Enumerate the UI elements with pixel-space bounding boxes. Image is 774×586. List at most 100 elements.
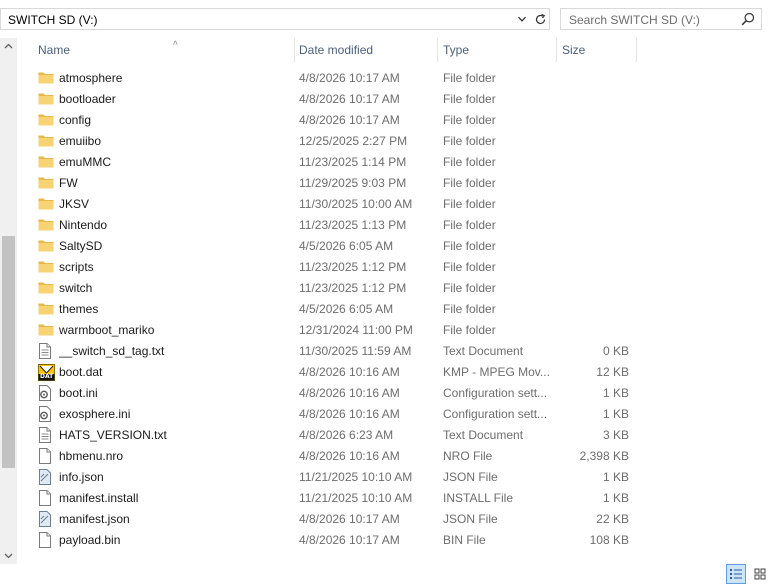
file-type: File folder	[443, 176, 496, 190]
file-name: switch	[59, 281, 93, 295]
file-row[interactable]: emuiibo 12/25/2025 2:27 PM File folder	[17, 131, 774, 152]
details-view-icon[interactable]	[726, 564, 746, 584]
file-row[interactable]: bootloader 4/8/2026 10:17 AM File folder	[17, 89, 774, 110]
dat-icon-label: DAT	[40, 373, 54, 380]
file-date-modified: 11/23/2025 1:13 PM	[299, 218, 407, 232]
folder-icon	[38, 91, 54, 108]
file-name: boot.ini	[59, 386, 98, 400]
file-row[interactable]: themes 4/5/2026 6:05 AM File folder	[17, 299, 774, 320]
file-date-modified: 11/23/2025 1:12 PM	[299, 260, 407, 274]
vertical-scrollbar[interactable]	[0, 38, 17, 564]
file-type: Configuration sett...	[443, 386, 548, 400]
address-bar[interactable]: SWITCH SD (V:)	[0, 8, 550, 30]
file-row[interactable]: payload.bin 4/8/2026 10:17 AM BIN File 108 …	[17, 530, 774, 551]
file-type: File folder	[443, 239, 496, 253]
file-icon	[38, 490, 54, 507]
file-date-modified: 4/8/2026 10:17 AM	[299, 533, 400, 547]
file-name: payload.bin	[59, 533, 121, 547]
file-date-modified: 4/8/2026 10:16 AM	[299, 365, 400, 379]
file-row[interactable]: DAT boot.dat 4/8/2026 10:16 AM KMP - MPEG M…	[17, 362, 774, 383]
file-name: exosphere.ini	[59, 407, 131, 421]
file-row[interactable]: emuMMC 11/23/2025 1:14 PM File folder	[17, 152, 774, 173]
file-date-modified: 11/21/2025 10:10 AM	[299, 470, 413, 484]
file-name: emuMMC	[59, 155, 112, 169]
file-icon	[38, 532, 54, 549]
file-row[interactable]: config 4/8/2026 10:17 AM File folder	[17, 110, 774, 131]
file-date-modified: 4/5/2026 6:05 AM	[299, 302, 394, 316]
text-file-icon	[38, 343, 54, 360]
kmp-media-icon: DAT	[38, 364, 55, 381]
file-type: Configuration sett...	[443, 407, 548, 421]
file-type: File folder	[443, 281, 496, 295]
file-date-modified: 4/8/2026 10:17 AM	[299, 71, 400, 85]
column-divider[interactable]	[636, 38, 637, 62]
file-row[interactable]: hbmenu.nro 4/8/2026 10:16 AM NRO File 2,398…	[17, 446, 774, 467]
file-size: 22 KB	[596, 512, 629, 526]
file-row[interactable]: HATS_VERSION.txt 4/8/2026 6:23 AM Text Doc…	[17, 425, 774, 446]
file-date-modified: 4/8/2026 10:17 AM	[299, 113, 400, 127]
folder-icon	[38, 175, 54, 192]
sort-ascending-icon: ^	[173, 40, 178, 51]
column-header-name[interactable]: Name ^	[33, 38, 295, 62]
folder-icon	[38, 154, 54, 171]
file-name: boot.dat	[59, 365, 103, 379]
file-date-modified: 4/8/2026 10:17 AM	[299, 92, 400, 106]
file-type: File folder	[443, 218, 496, 232]
scroll-up-icon[interactable]	[0, 38, 17, 55]
file-type: File folder	[443, 134, 496, 148]
file-date-modified: 12/31/2024 11:00 PM	[299, 323, 413, 337]
file-date-modified: 4/5/2026 6:05 AM	[299, 239, 394, 253]
json-file-icon	[38, 469, 54, 486]
file-row[interactable]: atmosphere 4/8/2026 10:17 AM File folder	[17, 68, 774, 89]
folder-icon	[38, 280, 54, 297]
file-row[interactable]: exosphere.ini 4/8/2026 10:16 AM Configurat…	[17, 404, 774, 425]
file-name: bootloader	[59, 92, 116, 106]
file-name: JKSV	[59, 197, 90, 211]
file-date-modified: 11/21/2025 10:10 AM	[299, 491, 413, 505]
column-header-type[interactable]: Type	[438, 38, 556, 62]
file-row[interactable]: info.json 11/21/2025 10:10 AM JSON File 1 K…	[17, 467, 774, 488]
file-row[interactable]: __switch_sd_tag.txt 11/30/2025 11:59 AM Te…	[17, 341, 774, 362]
file-name: FW	[59, 176, 78, 190]
file-row[interactable]: FW 11/29/2025 9:03 PM File folder	[17, 173, 774, 194]
file-row[interactable]: scripts 11/23/2025 1:12 PM File folder	[17, 257, 774, 278]
file-type: File folder	[443, 323, 496, 337]
file-date-modified: 4/8/2026 10:17 AM	[299, 512, 400, 526]
file-row[interactable]: warmboot_mariko 12/31/2024 11:00 PM File f…	[17, 320, 774, 341]
file-size: 1 KB	[602, 407, 629, 421]
column-headers: Name ^ Date modified Type Size	[17, 38, 774, 62]
scrollbar-thumb[interactable]	[2, 236, 15, 468]
file-row[interactable]: manifest.json 4/8/2026 10:17 AM JSON File 2…	[17, 509, 774, 530]
file-type: Text Document	[443, 428, 524, 442]
search-input[interactable]: Search SWITCH SD (V:)	[569, 13, 700, 27]
file-date-modified: 11/30/2025 11:59 AM	[299, 344, 412, 358]
toolbar: SWITCH SD (V:) Search SWITCH SD (V:)	[0, 0, 774, 38]
large-icons-view-icon[interactable]	[750, 564, 770, 584]
file-date-modified: 4/8/2026 10:16 AM	[299, 407, 400, 421]
file-date-modified: 12/25/2025 2:27 PM	[299, 134, 408, 148]
file-row[interactable]: JKSV 11/30/2025 10:00 AM File folder	[17, 194, 774, 215]
file-type: File folder	[443, 155, 496, 169]
file-name: themes	[59, 302, 99, 316]
file-row[interactable]: Nintendo 11/23/2025 1:13 PM File folder	[17, 215, 774, 236]
search-icon[interactable]	[741, 12, 755, 26]
scroll-down-icon[interactable]	[0, 547, 17, 564]
chevron-down-icon[interactable]	[513, 9, 531, 29]
file-date-modified: 11/23/2025 1:12 PM	[299, 281, 407, 295]
refresh-icon[interactable]	[531, 9, 550, 29]
folder-icon	[38, 259, 54, 276]
file-type: File folder	[443, 71, 496, 85]
file-row[interactable]: boot.ini 4/8/2026 10:16 AM Configuration s…	[17, 383, 774, 404]
file-icon	[38, 448, 54, 465]
file-row[interactable]: SaltySD 4/5/2026 6:05 AM File folder	[17, 236, 774, 257]
column-header-size[interactable]: Size	[557, 38, 637, 62]
file-row[interactable]: manifest.install 11/21/2025 10:10 AM INSTA…	[17, 488, 774, 509]
file-row[interactable]: switch 11/23/2025 1:12 PM File folder	[17, 278, 774, 299]
folder-icon	[38, 217, 54, 234]
file-size: 0 KB	[602, 344, 629, 358]
column-header-date[interactable]: Date modified	[294, 38, 437, 62]
file-list: atmosphere 4/8/2026 10:17 AM File folder bo…	[17, 68, 774, 551]
file-name: emuiibo	[59, 134, 102, 148]
address-path[interactable]: SWITCH SD (V:)	[8, 13, 98, 27]
search-box[interactable]: Search SWITCH SD (V:)	[560, 8, 762, 30]
